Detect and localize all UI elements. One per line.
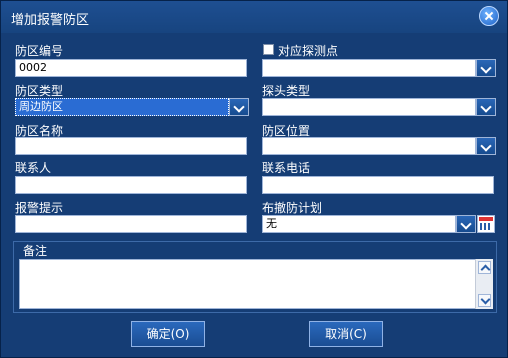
contact-input[interactable] — [15, 176, 247, 194]
arm-schedule-label: 布撤防计划 — [262, 201, 323, 215]
cancel-button[interactable]: 取消(C) — [309, 321, 383, 347]
ok-button[interactable]: 确定(O) — [131, 321, 205, 347]
arm-schedule-select[interactable]: 无 — [262, 215, 456, 233]
zone-number-input[interactable]: 0002 — [15, 59, 247, 77]
calendar-icon[interactable] — [477, 215, 495, 233]
dialog-title: 增加报警防区 — [11, 13, 90, 28]
scroll-down-icon[interactable] — [478, 294, 491, 307]
alarm-prompt-input[interactable] — [15, 215, 247, 233]
zone-location-select[interactable] — [262, 137, 476, 155]
close-icon[interactable] — [479, 6, 499, 26]
probe-type-label: 探头类型 — [262, 84, 311, 98]
map-probe-point-label: 对应探测点 — [278, 44, 339, 58]
scroll-up-icon[interactable] — [478, 261, 491, 274]
probe-point-select[interactable] — [262, 59, 476, 77]
zone-number-label: 防区编号 — [15, 44, 64, 58]
remarks-textarea[interactable] — [19, 259, 493, 309]
alarm-prompt-label: 报警提示 — [15, 201, 64, 215]
zone-name-input[interactable] — [15, 137, 247, 155]
zone-type-label: 防区类型 — [15, 84, 64, 98]
contact-phone-input[interactable] — [262, 176, 494, 194]
contact-phone-label: 联系电话 — [262, 161, 311, 175]
title-bar: 增加报警防区 — [1, 1, 507, 33]
probe-type-dropdown-icon[interactable] — [476, 98, 496, 116]
remarks-scrollbar[interactable] — [475, 259, 493, 309]
contact-label: 联系人 — [15, 161, 52, 175]
probe-point-dropdown-icon[interactable] — [476, 59, 496, 77]
arm-schedule-dropdown-icon[interactable] — [456, 215, 476, 233]
zone-type-dropdown-icon[interactable] — [229, 98, 249, 116]
zone-type-select[interactable]: 周边防区 — [15, 98, 229, 116]
zone-location-dropdown-icon[interactable] — [476, 137, 496, 155]
remarks-label: 备注 — [23, 244, 48, 258]
add-alarm-zone-dialog: 增加报警防区 防区编号 0002 防区类型 周边防区 防区名称 联系人 报警提示… — [0, 0, 508, 358]
probe-type-select[interactable] — [262, 98, 476, 116]
map-probe-point-checkbox[interactable] — [263, 44, 274, 55]
